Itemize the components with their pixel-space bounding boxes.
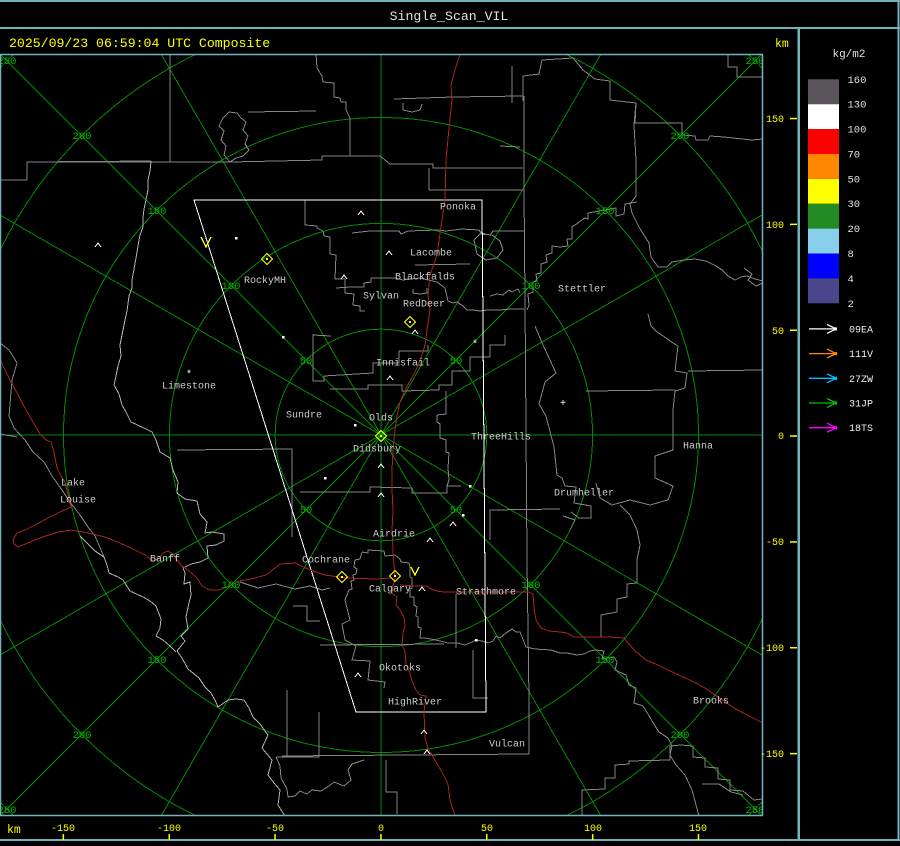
svg-text:18TS: 18TS	[849, 424, 873, 435]
svg-text:HighRiver: HighRiver	[388, 697, 442, 709]
svg-text:30: 30	[848, 199, 861, 211]
svg-text:0: 0	[778, 432, 784, 443]
svg-text:Louise: Louise	[60, 495, 96, 507]
svg-text:250: 250	[0, 56, 16, 68]
svg-text:-50: -50	[266, 824, 284, 835]
svg-text:Innisfail: Innisfail	[376, 358, 430, 370]
svg-text:200: 200	[671, 131, 690, 143]
svg-text:-150: -150	[51, 824, 75, 835]
svg-text:Hanna: Hanna	[683, 442, 713, 453]
svg-text:Banff: Banff	[150, 554, 180, 566]
svg-text:200: 200	[73, 131, 92, 143]
svg-text:km: km	[7, 824, 21, 837]
svg-text:0: 0	[378, 824, 384, 835]
svg-text:Lacombe: Lacombe	[410, 248, 452, 260]
svg-text:-100: -100	[760, 644, 784, 655]
svg-text:ThreeHills: ThreeHills	[471, 432, 531, 444]
svg-text:Stettler: Stettler	[558, 284, 606, 296]
svg-text:Sylvan: Sylvan	[363, 291, 399, 303]
svg-text:100: 100	[584, 824, 602, 835]
svg-text:Calgary: Calgary	[369, 584, 411, 596]
svg-text:-50: -50	[766, 538, 784, 549]
svg-text:150: 150	[766, 115, 784, 126]
svg-text:250: 250	[746, 56, 765, 68]
svg-text:160: 160	[848, 75, 867, 87]
svg-text:kg/m2: kg/m2	[832, 49, 865, 61]
svg-text:+: +	[560, 399, 566, 410]
svg-text:Single_Scan_VIL: Single_Scan_VIL	[390, 9, 509, 24]
svg-text:Okotoks: Okotoks	[379, 663, 421, 675]
svg-text:100: 100	[522, 281, 541, 293]
svg-text:130: 130	[848, 100, 867, 112]
svg-text:Blackfalds: Blackfalds	[395, 272, 455, 284]
svg-text:100: 100	[522, 580, 541, 592]
svg-text:2025/09/23 06:59:04 UTC Compos: 2025/09/23 06:59:04 UTC Composite	[9, 36, 270, 51]
svg-text:Lake: Lake	[61, 478, 85, 490]
svg-text:km: km	[775, 38, 789, 51]
svg-text:100: 100	[848, 125, 867, 137]
svg-text:111V: 111V	[849, 350, 873, 361]
svg-text:-100: -100	[157, 824, 181, 835]
svg-text:27ZW: 27ZW	[849, 375, 873, 386]
svg-text:4: 4	[848, 274, 854, 286]
svg-text:09EA: 09EA	[849, 325, 873, 336]
svg-text:Cochrane: Cochrane	[302, 555, 350, 567]
svg-text:150: 150	[148, 206, 167, 218]
svg-text:50: 50	[450, 505, 463, 517]
svg-text:2: 2	[848, 299, 854, 311]
svg-text:100: 100	[222, 580, 241, 592]
svg-text:150: 150	[596, 655, 615, 667]
svg-text:*: *	[472, 339, 478, 351]
svg-text:50: 50	[481, 824, 493, 835]
svg-text:Drumheller: Drumheller	[554, 488, 614, 500]
svg-text:50: 50	[450, 356, 463, 368]
svg-text:50: 50	[848, 174, 861, 186]
svg-text:RedDeer: RedDeer	[403, 299, 445, 311]
svg-text:Vulcan: Vulcan	[489, 739, 525, 751]
svg-text:Didsbury: Didsbury	[353, 444, 401, 456]
svg-text:Brooks: Brooks	[693, 696, 729, 708]
svg-text:150: 150	[689, 824, 707, 835]
svg-text:-150: -150	[760, 750, 784, 761]
svg-text:150: 150	[596, 206, 615, 218]
svg-text:50: 50	[300, 356, 313, 368]
svg-text:Ponoka: Ponoka	[440, 202, 476, 214]
svg-text:*: *	[186, 369, 192, 381]
svg-text:Olds: Olds	[369, 413, 393, 425]
svg-text:Strathmore: Strathmore	[456, 587, 516, 599]
svg-text:200: 200	[671, 730, 690, 742]
svg-text:70: 70	[848, 150, 861, 162]
svg-text:200: 200	[73, 730, 92, 742]
svg-text:31JP: 31JP	[849, 400, 873, 411]
svg-text:50: 50	[772, 327, 784, 338]
svg-text:Limestone: Limestone	[162, 381, 216, 393]
svg-text:Sundre: Sundre	[286, 410, 322, 422]
svg-text:150: 150	[148, 655, 167, 667]
svg-text:20: 20	[848, 224, 861, 236]
svg-text:100: 100	[222, 281, 241, 293]
svg-text:50: 50	[300, 505, 313, 517]
svg-text:RockyMH: RockyMH	[244, 275, 286, 287]
svg-text:8: 8	[848, 249, 854, 261]
svg-text:Airdrie: Airdrie	[373, 529, 415, 541]
svg-text:100: 100	[766, 221, 784, 232]
